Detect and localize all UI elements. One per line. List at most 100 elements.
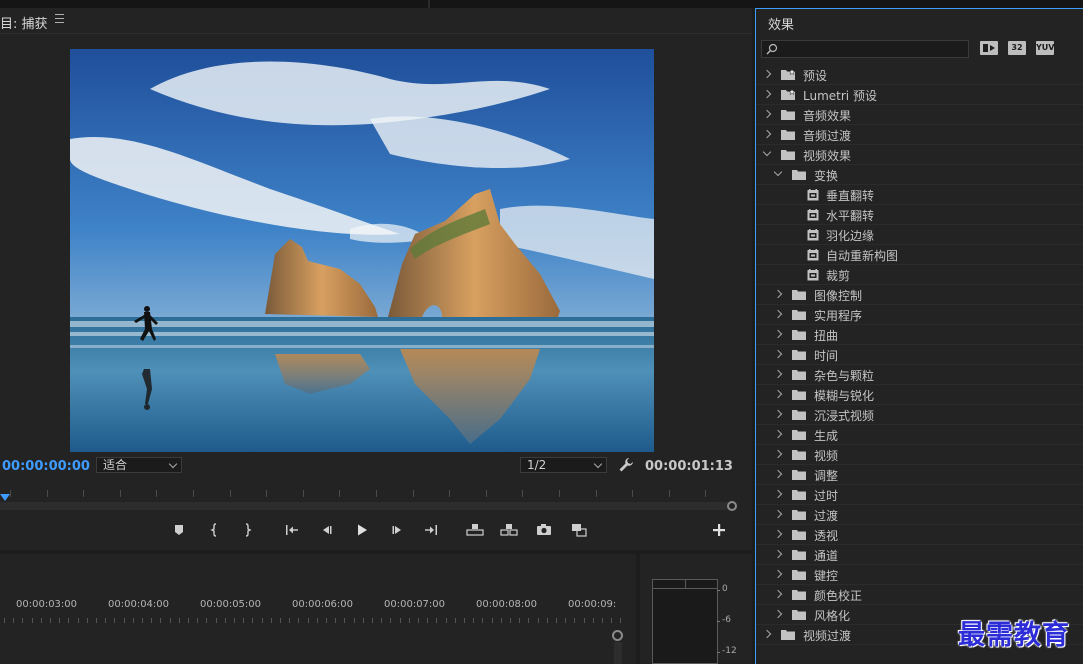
ruler-tick	[556, 618, 557, 623]
effect-folder[interactable]: 过时	[756, 485, 1083, 505]
accelerated-effects-filter-icon[interactable]	[980, 41, 998, 55]
chevron-right-icon[interactable]	[773, 329, 783, 339]
monitor-scroll-bar[interactable]	[0, 502, 733, 510]
effect-folder[interactable]: 扭曲	[756, 325, 1083, 345]
playhead-marker[interactable]	[0, 494, 10, 501]
ruler-tick	[427, 618, 429, 623]
folder-icon	[781, 130, 795, 140]
ruler-tick	[22, 618, 24, 623]
effect-folder[interactable]: 过渡	[756, 505, 1083, 525]
effect-item-label: 自动重新构图	[826, 249, 899, 263]
timeline-ruler[interactable]: 00:00:03:00 00:00:04:00 00:00:05:00 00:0…	[0, 599, 636, 613]
effect-folder[interactable]: 图像控制	[756, 285, 1083, 305]
monitor-time-ruler[interactable]	[0, 486, 740, 500]
timeline-scroll-handle[interactable]	[612, 630, 623, 641]
effects-tree: 预设 Lumetri 预设 音频效果 音频过渡 视频效果 变换 垂直翻转 水平翻转 羽化边缘自动…	[756, 65, 1083, 645]
go-to-in-button[interactable]	[283, 521, 301, 539]
comparison-view-button[interactable]	[570, 521, 588, 539]
effect-folder[interactable]: Lumetri 预设	[756, 85, 1083, 105]
chevron-right-icon[interactable]	[773, 609, 783, 619]
program-monitor-title[interactable]: 目: 捕获	[0, 13, 48, 32]
effect-folder[interactable]: 生成	[756, 425, 1083, 445]
chevron-right-icon[interactable]	[773, 469, 783, 479]
current-timecode[interactable]: 00:00:00:00	[2, 459, 90, 474]
step-forward-button[interactable]	[388, 521, 406, 539]
effect-item[interactable]: 羽化边缘	[756, 225, 1083, 245]
chevron-right-icon[interactable]	[773, 289, 783, 299]
wrench-icon[interactable]	[618, 457, 634, 473]
lift-button[interactable]	[466, 521, 484, 539]
chevron-right-icon[interactable]	[762, 129, 772, 139]
go-to-out-button[interactable]	[422, 521, 440, 539]
ruler-tick	[266, 490, 268, 497]
step-back-button[interactable]	[318, 521, 336, 539]
panel-menu-icon[interactable]	[55, 14, 65, 24]
play-button[interactable]	[353, 521, 371, 539]
effect-folder[interactable]: 音频效果	[756, 105, 1083, 125]
add-marker-button[interactable]	[170, 521, 188, 539]
mark-in-button[interactable]	[206, 521, 224, 539]
chevron-right-icon[interactable]	[773, 569, 783, 579]
chevron-right-icon[interactable]	[762, 629, 772, 639]
effect-item[interactable]: 水平翻转	[756, 205, 1083, 225]
fit-zoom-select[interactable]: 适合	[96, 457, 182, 473]
effect-folder[interactable]: 预设	[756, 65, 1083, 85]
effect-folder[interactable]: 变换	[756, 165, 1083, 185]
ruler-label: 00:00:08:00	[476, 599, 538, 610]
ruler-tick	[611, 618, 613, 623]
effect-folder[interactable]: 实用程序	[756, 305, 1083, 325]
chevron-right-icon[interactable]	[773, 589, 783, 599]
effect-folder[interactable]: 沉浸式视频	[756, 405, 1083, 425]
effect-folder[interactable]: 键控	[756, 565, 1083, 585]
effect-folder[interactable]: 调整	[756, 465, 1083, 485]
chevron-right-icon[interactable]	[773, 449, 783, 459]
ruler-tick	[445, 618, 447, 623]
playback-resolution-select[interactable]: 1/2	[520, 457, 607, 473]
chevron-right-icon[interactable]	[773, 429, 783, 439]
ruler-label: 00:00:06:00	[292, 599, 354, 610]
ruler-tick	[4, 618, 5, 623]
button-editor-button[interactable]	[710, 521, 728, 539]
effect-folder[interactable]: 视频效果	[756, 145, 1083, 165]
effect-item[interactable]: 自动重新构图	[756, 245, 1083, 265]
chevron-down-icon[interactable]	[773, 167, 783, 177]
mark-out-button[interactable]	[238, 521, 256, 539]
export-frame-button[interactable]	[535, 521, 553, 539]
chevron-right-icon[interactable]	[762, 89, 772, 99]
chevron-right-icon[interactable]	[773, 369, 783, 379]
effects-panel-title[interactable]: 效果	[768, 14, 794, 33]
ruler-tick	[485, 490, 487, 497]
ruler-tick	[362, 618, 364, 623]
effects-search-input[interactable]	[761, 40, 969, 58]
chevron-right-icon[interactable]	[773, 389, 783, 399]
effect-folder[interactable]: 透视	[756, 525, 1083, 545]
chevron-right-icon[interactable]	[773, 509, 783, 519]
effect-folder[interactable]: 颜色校正	[756, 585, 1083, 605]
ruler-tick	[206, 618, 208, 623]
effect-folder[interactable]: 杂色与颗粒	[756, 365, 1083, 385]
ruler-tick	[546, 618, 548, 623]
chevron-right-icon[interactable]	[773, 549, 783, 559]
effect-item[interactable]: 垂直翻转	[756, 185, 1083, 205]
chevron-right-icon[interactable]	[773, 529, 783, 539]
32-bit-filter-icon[interactable]: 32	[1008, 41, 1026, 55]
chevron-right-icon[interactable]	[773, 349, 783, 359]
chevron-right-icon[interactable]	[762, 69, 772, 79]
timeline-vertical-scrollbar[interactable]	[614, 642, 622, 664]
yuv-filter-icon[interactable]: YUV	[1036, 41, 1054, 55]
chevron-right-icon[interactable]	[773, 489, 783, 499]
chevron-right-icon[interactable]	[773, 309, 783, 319]
zoom-scroll-handle[interactable]	[727, 501, 737, 511]
folder-icon	[781, 630, 795, 640]
effect-item[interactable]: 裁剪	[756, 265, 1083, 285]
effect-folder[interactable]: 视频	[756, 445, 1083, 465]
chevron-right-icon[interactable]	[773, 409, 783, 419]
effect-folder[interactable]: 时间	[756, 345, 1083, 365]
preset-folder-icon	[781, 89, 795, 100]
extract-button[interactable]	[500, 521, 518, 539]
effect-folder[interactable]: 音频过渡	[756, 125, 1083, 145]
effect-folder[interactable]: 通道	[756, 545, 1083, 565]
effect-folder[interactable]: 模糊与锐化	[756, 385, 1083, 405]
chevron-down-icon[interactable]	[762, 147, 772, 157]
chevron-right-icon[interactable]	[762, 109, 772, 119]
